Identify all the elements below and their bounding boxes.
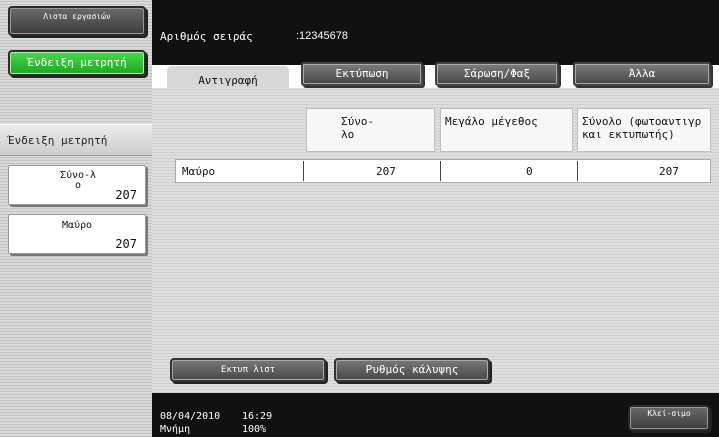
status-time: 16:29 — [242, 411, 273, 422]
total-counter-label: Σύνο-λο — [59, 170, 97, 191]
status-date: 08/04/2010 — [160, 411, 221, 422]
close-button[interactable]: Κλεί-σιμο — [628, 405, 710, 431]
bottom-bar: 08/04/2010 16:29 Μνήμη 100% Κλεί-σιμο — [152, 393, 719, 437]
counter-display-button[interactable]: Ένδειξη μετρητή — [8, 50, 146, 76]
tab-copy-active-label: Αντιγραφή — [198, 74, 258, 87]
tab-print[interactable]: Εκτύπωση — [301, 62, 423, 86]
serial-value: :12345678 — [296, 30, 348, 42]
total-counter-value: 207 — [115, 188, 137, 202]
col-header-total: Σύνο-λο — [306, 108, 435, 152]
col-header-copy-print-total-label: Σύνολο (φωτοαντιγρ και εκτυπωτής) — [582, 115, 702, 141]
col-header-total-label: Σύνο-λο — [341, 115, 375, 141]
active-tab-body: Αντιγραφή — [167, 66, 289, 90]
tab-print-label: Εκτύπωση — [335, 67, 389, 80]
coverage-setting-label: Ρυθμός κάλυψης — [365, 363, 459, 376]
tab-scan-fax-label: Σάρωση/Φαξ — [463, 67, 531, 80]
left-panel: Λιστα εργασιών Ένδειξη μετρητή Ένδειξη μ… — [0, 0, 152, 437]
row-total-value: 207 — [376, 165, 396, 178]
tab-scan-fax[interactable]: Σάρωση/Φαξ — [435, 62, 559, 86]
serial-label: Αριθμός σειράς — [160, 30, 253, 43]
close-label: Κλεί-σιμο — [647, 409, 691, 418]
row-divider — [303, 161, 304, 181]
tab-other-label: Άλλα — [628, 67, 656, 80]
black-counter-value: 207 — [115, 237, 137, 251]
row-large-size-value: 0 — [526, 165, 533, 178]
col-header-copy-print-total: Σύνολο (φωτοαντιγρ και εκτυπωτής) — [577, 108, 711, 152]
memory-label: Μνήμη — [160, 424, 191, 435]
counter-display-label: Ένδειξη μετρητή — [27, 56, 127, 69]
col-header-large-size-label: Μεγάλο μέγεθος — [445, 115, 538, 128]
table-row: Μαύρο 207 0 207 — [175, 159, 711, 183]
black-counter-card: Μαύρο 207 — [8, 214, 146, 254]
row-copy-print-total-value: 207 — [659, 165, 679, 178]
total-counter-card: Σύνο-λο 207 — [8, 165, 146, 205]
left-section-header: Ένδειξη μετρητή — [0, 124, 152, 156]
job-list-button[interactable]: Λιστα εργασιών — [8, 6, 146, 36]
tab-other[interactable]: Άλλα — [573, 62, 711, 86]
main-panel: Σύνο-λο Μεγάλο μέγεθος Σύνολο (φωτοαντιγ… — [152, 88, 719, 393]
coverage-setting-button[interactable]: Ρυθμός κάλυψης — [334, 358, 490, 382]
black-counter-label: Μαύρο — [61, 220, 93, 231]
row-label: Μαύρο — [182, 165, 216, 178]
memory-value: 100% — [242, 424, 267, 435]
row-divider — [577, 161, 578, 181]
top-bar: Αριθμός σειράς :12345678 Αντιγραφή Εκτύπ… — [152, 0, 719, 100]
job-list-label: Λιστα εργασιών — [43, 12, 111, 21]
print-list-button[interactable]: Εκτυπ λιστ — [170, 358, 326, 382]
col-header-large-size: Μεγάλο μέγεθος — [440, 108, 573, 152]
print-list-label: Εκτυπ λιστ — [220, 365, 276, 375]
row-divider — [440, 161, 441, 181]
left-section-title: Ένδειξη μετρητή — [8, 134, 108, 147]
